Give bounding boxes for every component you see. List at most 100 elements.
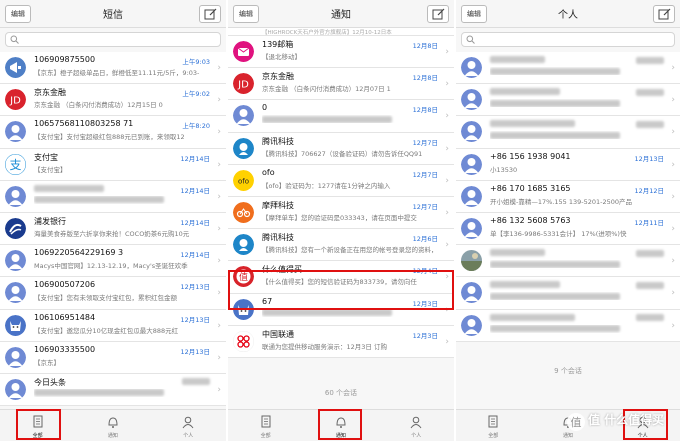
message-preview-line bbox=[34, 172, 214, 177]
tab-personal[interactable]: 个人 bbox=[151, 410, 226, 441]
chevron-right-icon: › bbox=[217, 191, 221, 202]
message-preview bbox=[490, 67, 668, 75]
timestamp: 上午8:20 bbox=[182, 122, 210, 131]
chevron-right-icon: › bbox=[217, 159, 221, 170]
compose-button[interactable] bbox=[653, 5, 675, 23]
tencent-logo-icon bbox=[233, 137, 254, 159]
list-item[interactable]: 浦发银行 12月14日 海量美食券版至六折享你来抢！COCO奶茶6元购10元 › bbox=[0, 212, 226, 246]
timestamp: 12月13日 bbox=[180, 315, 210, 324]
list-item[interactable]: 【HIGHROCK天石户外官方旗舰店】12月10-12日本 bbox=[228, 28, 454, 36]
conversation-list: 106909875500 上午9:03 【京东】橙子超级单品日，鲜橙低至11.11元… bbox=[0, 52, 226, 407]
list-item[interactable]: › bbox=[456, 245, 680, 278]
contact-name bbox=[490, 248, 545, 257]
cat-avatar-icon bbox=[5, 314, 26, 336]
message-preview-line bbox=[490, 139, 668, 144]
screenshot-collage: 编辑 短信 106909875500 上午9:03 【京东】橙子超级单品日，鲜橙低至… bbox=[0, 0, 680, 441]
chevron-right-icon: › bbox=[445, 111, 449, 122]
contact-name: +86 132 5608 5763 bbox=[490, 215, 571, 225]
search-icon bbox=[10, 35, 19, 44]
message-preview-line bbox=[490, 204, 668, 209]
message-preview-line bbox=[490, 300, 668, 305]
list-item[interactable]: +86 156 1938 9041 12月13日 小13530 › bbox=[456, 148, 680, 181]
message-preview-line bbox=[34, 204, 214, 209]
tab-personal[interactable]: 个人 bbox=[379, 410, 454, 441]
svg-text:JD: JD bbox=[237, 80, 249, 91]
contact-name: 106900507206 bbox=[34, 280, 96, 290]
timestamp: 12月12日 bbox=[634, 186, 664, 195]
message-preview-line bbox=[34, 268, 214, 273]
list-item[interactable]: 106903335500 12月13日 【京东】 › bbox=[0, 341, 226, 374]
compose-button[interactable] bbox=[427, 5, 449, 23]
compose-button[interactable] bbox=[199, 5, 221, 23]
chevron-right-icon: › bbox=[671, 191, 675, 202]
message-preview-line bbox=[34, 139, 214, 144]
tab-all[interactable]: 全部 bbox=[228, 410, 303, 441]
list-item[interactable]: 腾讯科技 12月6日 【腾讯科技】您有一个新设备正在用您的帐号登录您的资料， › bbox=[228, 229, 454, 262]
list-item[interactable]: ofo ofo 12月7日 【ofo】验证码为：1277请在1分钟之内输入 › bbox=[228, 164, 454, 197]
timestamp: 上午9:02 bbox=[182, 90, 210, 99]
megaphone-icon bbox=[5, 57, 26, 78]
chevron-right-icon: › bbox=[671, 95, 675, 106]
list-item[interactable]: › bbox=[456, 84, 680, 117]
svg-text:JD: JD bbox=[9, 96, 21, 107]
message-preview-line bbox=[262, 349, 442, 354]
list-item[interactable]: 支支付宝 12月14日 【支付宝】 › bbox=[0, 148, 226, 181]
jd-logo-icon: JD bbox=[233, 73, 254, 95]
contact-name: +86 156 1938 9041 bbox=[490, 151, 571, 161]
message-preview-line bbox=[262, 123, 442, 128]
list-item[interactable]: 106900507206 12月13日 【支付宝】您有未领取支付宝红包，累积红包金额… bbox=[0, 277, 226, 310]
list-item[interactable]: 今日头条 › bbox=[0, 373, 226, 407]
list-item[interactable]: 摩拜科技 12月7日 【摩拜单车】您的验证码是033343，请在页面中提交 › bbox=[228, 196, 454, 230]
highlight-box bbox=[16, 409, 61, 440]
tab-notifications[interactable]: 通知 bbox=[75, 410, 150, 441]
list-item[interactable]: JD 京东金融 12月8日 京东金融 （白条闪付消费成功）12月07日 1 › bbox=[228, 68, 454, 101]
tab-all[interactable]: 全部 bbox=[456, 410, 531, 441]
list-item[interactable]: › bbox=[456, 116, 680, 149]
timestamp: 12月13日 bbox=[180, 347, 210, 356]
list-item[interactable]: 10657568110803258 71 上午8:20 【支付宝】支付宝超级红包88… bbox=[0, 116, 226, 149]
page-title: 短信 bbox=[103, 10, 123, 21]
list-item[interactable]: 106909875500 上午9:03 【京东】橙子超级单品日，鲜橙低至11.11元… bbox=[0, 52, 226, 85]
list-item[interactable]: › bbox=[456, 309, 680, 342]
chevron-right-icon: › bbox=[217, 95, 221, 106]
search-input[interactable] bbox=[461, 32, 675, 47]
list-item[interactable]: 1069220564229169 3 12月14日 Macys中国官网】12.13-… bbox=[0, 245, 226, 278]
jd-logo-icon: JD bbox=[5, 89, 26, 111]
list-item[interactable]: › bbox=[456, 52, 680, 85]
person-icon bbox=[461, 314, 482, 336]
list-item[interactable]: 139邮箱 12月8日 【退北移动】 › bbox=[228, 36, 454, 69]
chevron-right-icon: › bbox=[217, 320, 221, 331]
chevron-right-icon: › bbox=[217, 288, 221, 299]
ofo-logo-icon: ofo bbox=[233, 169, 254, 191]
smzdm-watermark-icon: 值 bbox=[567, 413, 585, 431]
list-item[interactable]: › bbox=[456, 277, 680, 310]
message-preview bbox=[490, 131, 668, 139]
list-item[interactable]: +86 170 1685 3165 12月12日 开小姐模-靠精—17%.155 1… bbox=[456, 180, 680, 213]
message-preview-line bbox=[34, 75, 214, 80]
tab-label: 全部 bbox=[260, 433, 271, 439]
contact-name: 139邮箱 bbox=[262, 40, 294, 49]
list-item[interactable]: JD 京东金融 上午9:02 京东金融 （白条闪付消费成功）12月15日 0 › bbox=[0, 84, 226, 117]
list-item[interactable]: +86 132 5608 5763 12月11日 单【李136-9986-5331会… bbox=[456, 212, 680, 246]
list-item[interactable]: 106106951484 12月13日 【支付宝】邀您瓜分10亿现金红包瓜最大888… bbox=[0, 309, 226, 342]
list-item[interactable]: 12月14日 › bbox=[0, 180, 226, 213]
message-preview-line bbox=[490, 172, 668, 177]
message-preview bbox=[34, 389, 214, 397]
person-icon bbox=[5, 185, 26, 207]
compose-icon bbox=[658, 8, 671, 20]
message-preview bbox=[490, 99, 668, 107]
search-input[interactable] bbox=[5, 32, 221, 47]
list-item[interactable]: 中国联通 12月3日 联通为您提供移动服务演示：12月3日 订购 › bbox=[228, 325, 454, 358]
timestamp bbox=[636, 281, 664, 289]
timestamp: 12月7日 bbox=[412, 202, 438, 211]
message-preview-line bbox=[490, 236, 668, 241]
contact-name: 支付宝 bbox=[34, 152, 58, 162]
person-icon bbox=[5, 250, 26, 272]
top-bar: 编辑 个人 bbox=[456, 0, 680, 28]
list-item[interactable]: 腾讯科技 12月7日 【腾讯科技】706627（设备验证码）请勿告诉任QQ91 › bbox=[228, 132, 454, 165]
list-item[interactable]: 0 12月8日 › bbox=[228, 100, 454, 133]
timestamp: 12月3日 bbox=[412, 331, 438, 340]
contact-name bbox=[490, 280, 560, 289]
compose-icon bbox=[204, 8, 217, 20]
person-icon bbox=[5, 378, 26, 400]
